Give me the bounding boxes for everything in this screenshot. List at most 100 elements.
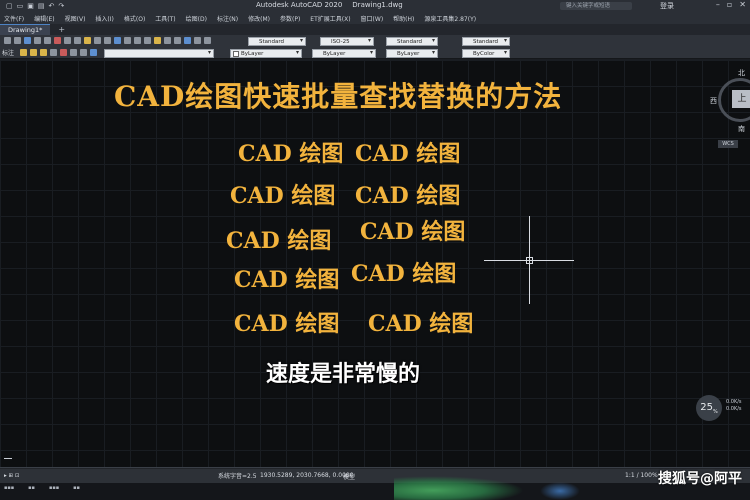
match-properties-icon[interactable] [84,37,91,44]
open-icon[interactable]: ▭ [17,2,24,10]
plot-icon[interactable] [34,37,41,44]
lineweight-dropdown[interactable]: ByLayer [386,49,438,58]
menu-draw[interactable]: 绘图(D) [186,14,207,23]
taskbar-item-1[interactable]: ▪▪▪ [4,485,14,491]
properties-icon[interactable] [154,37,161,44]
undo-tool-icon[interactable] [94,37,101,44]
tab-drawing1[interactable]: Drawing1* [0,24,51,35]
layer-previous-icon[interactable] [70,49,77,56]
new-tab-button[interactable]: + [50,25,65,34]
layer-color-icon[interactable] [60,49,67,56]
menu-yuanquan[interactable]: 源泉工具集2.87(Y) [424,14,476,23]
cad-text-4[interactable]: CAD 绘图 [355,178,460,210]
sheet-set-icon[interactable] [184,37,191,44]
menu-format[interactable]: 格式(O) [124,14,145,23]
cad-text-2[interactable]: CAD 绘图 [355,136,460,168]
cad-text-1[interactable]: CAD 绘图 [238,136,343,168]
cad-text-9[interactable]: CAD 绘图 [234,306,339,338]
close-icon[interactable]: ✕ [739,0,746,9]
menu-parametric[interactable]: 参数(P) [280,14,300,23]
color-dropdown[interactable]: ByLayer [230,49,302,58]
viewcube-south[interactable]: 南 [738,124,745,134]
calculator-icon[interactable] [204,37,211,44]
login-button[interactable]: 登录 [660,1,674,11]
open-file-icon[interactable] [14,37,21,44]
tool-palette-icon[interactable] [174,37,181,44]
network-speed-stats: 0.0K/s 0.0K/s [726,399,742,413]
taskbar-item-4[interactable]: ▪▪ [73,485,80,491]
viewport-scale[interactable]: 1:1 / 100% [625,472,658,479]
menu-edit[interactable]: 编辑(E) [34,14,54,23]
color-swatch [233,51,239,57]
undo-icon[interactable]: ↶ [49,2,55,10]
menu-file[interactable]: 文件(F) [4,14,24,23]
layer-lock-icon[interactable] [50,49,57,56]
zoom-window-icon[interactable] [134,37,141,44]
cut-icon[interactable] [54,37,61,44]
layer-freeze-icon[interactable] [40,49,47,56]
menu-help[interactable]: 帮助(H) [393,14,414,23]
print-icon[interactable]: ▤ [38,2,45,10]
redo-icon[interactable]: ↷ [58,2,64,10]
menu-view[interactable]: 视图(V) [65,14,86,23]
preview-icon[interactable] [44,37,51,44]
download-speed: 0.0K/s [726,406,742,412]
model-space-button[interactable]: 模型 [343,472,355,481]
viewcube-top-face[interactable]: 上 [732,90,750,108]
taskbar-items: ▪▪▪ ▪▪ ▪▪▪ ▪▪ [4,485,80,491]
viewcube-north[interactable]: 北 [738,68,745,78]
new-icon[interactable]: ▢ [6,2,13,10]
table-style-dropdown[interactable]: Standard [386,37,438,46]
file-tabs: Drawing1* + [0,24,750,35]
markup-icon[interactable] [194,37,201,44]
make-current-icon[interactable] [90,49,97,56]
copy-icon[interactable] [64,37,71,44]
zoom-realtime-icon[interactable] [124,37,131,44]
mleader-style-dropdown[interactable]: Standard [462,37,510,46]
file-name: Drawing1.dwg [352,1,403,9]
menu-insert[interactable]: 插入(I) [95,14,113,23]
drawing-canvas[interactable]: CAD绘图快速批量查找替换的方法 CAD 绘图 CAD 绘图 CAD 绘图 CA… [0,60,750,467]
new-file-icon[interactable] [4,37,11,44]
wcs-menu[interactable]: WCS [718,140,738,148]
taskbar-item-2[interactable]: ▪▪ [28,485,35,491]
ucs-icon [4,458,12,459]
taskbar: ▪▪▪ ▪▪ ▪▪▪ ▪▪ [0,483,750,500]
dim-style-dropdown[interactable]: ISO-25 [320,37,374,46]
cad-text-3[interactable]: CAD 绘图 [230,178,335,210]
text-style-dropdown[interactable]: Standard [248,37,306,46]
pan-icon[interactable] [114,37,121,44]
cad-text-10[interactable]: CAD 绘图 [368,306,473,338]
cad-text-6[interactable]: CAD 绘图 [360,214,465,246]
maximize-icon[interactable]: ▫ [727,0,732,9]
linetype-dropdown[interactable]: ByLayer [312,49,376,58]
toolbar-left-label: 标注 [2,50,15,57]
menu-dimension[interactable]: 标注(N) [217,14,238,23]
minimize-icon[interactable]: – [716,0,720,9]
design-center-icon[interactable] [164,37,171,44]
layer-state-icon[interactable] [80,49,87,56]
layer-manager-icon[interactable] [20,49,27,56]
paste-icon[interactable] [74,37,81,44]
cad-text-7[interactable]: CAD 绘图 [234,262,339,294]
cad-text-5[interactable]: CAD 绘图 [226,223,331,255]
zoom-previous-icon[interactable] [144,37,151,44]
crosshair-pickbox [526,257,533,264]
save-icon[interactable]: ▣ [27,2,34,10]
save-file-icon[interactable] [24,37,31,44]
layer-dropdown[interactable] [104,49,214,58]
search-input[interactable]: 键入关键字或短语 [560,2,632,10]
menu-modify[interactable]: 修改(M) [248,14,270,23]
plotstyle-dropdown[interactable]: ByColor [462,49,510,58]
redo-tool-icon[interactable] [104,37,111,44]
layer-on-icon[interactable] [30,49,37,56]
menu-et-tools[interactable]: ET扩展工具(X) [310,14,350,23]
viewcube[interactable]: 北 上 西 南 WCS [710,68,750,148]
taskbar-item-3[interactable]: ▪▪▪ [49,485,59,491]
menu-window[interactable]: 窗口(W) [361,14,384,23]
network-speed-badge: 25% [696,395,722,421]
viewcube-west[interactable]: 西 [710,96,717,106]
annotation-scale[interactable]: 系统字音=2.5 [218,471,257,480]
cad-text-8[interactable]: CAD 绘图 [351,256,456,288]
menu-tools[interactable]: 工具(T) [155,14,175,23]
